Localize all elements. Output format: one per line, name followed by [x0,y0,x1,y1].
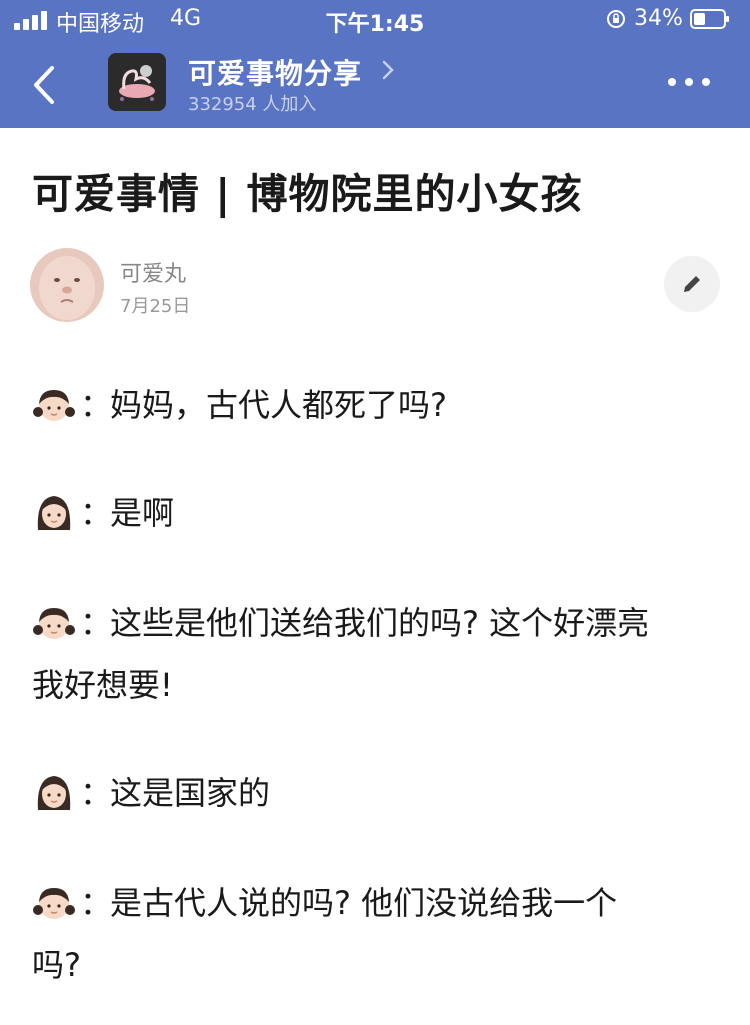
dialogue-colon: ： [80,604,113,642]
dialogue-line: ：是啊 [32,484,722,542]
chevron-right-icon[interactable] [380,58,396,82]
girl-emoji-icon [33,608,75,639]
dialogue-line: 吗? [32,936,722,994]
swan-logo-icon [119,65,155,101]
woman-emoji-icon [37,776,71,810]
group-avatar[interactable] [108,53,166,111]
woman-emoji-icon [37,496,71,530]
member-count: 332954 人加入 [188,94,317,115]
edit-icon [684,276,700,292]
dialogue-text: 是古代人说的吗? 他们没说给我一个 [110,884,618,922]
battery-percent: 34% [634,6,683,31]
post-date: 7月25日 [120,296,191,317]
group-name[interactable]: 可爱事物分享 [188,52,362,92]
dialogue-text: 这些是他们送给我们的吗? 这个好漂亮 [110,604,650,642]
dialogue-colon: ： [80,494,113,532]
battery-icon [690,9,729,29]
girl-emoji-icon [33,390,75,421]
dialogue-text: 妈妈，古代人都死了吗? [110,386,447,424]
avatar[interactable] [30,248,104,322]
top-header: 中国移动 4G 下午1:45 34% 可爱事物分享 332954 人加入 [0,0,750,128]
dialogue-colon: ： [80,884,113,922]
edit-button[interactable] [664,256,720,312]
dialogue-colon: ： [80,386,113,424]
dialogue-line: ：这是国家的 [32,764,722,822]
author-name[interactable]: 可爱丸 [120,256,186,288]
girl-emoji-icon [33,888,75,919]
dialogue-text: 这是国家的 [110,774,271,812]
dialogue-colon: ： [80,774,113,812]
article-title: 可爱事情 | 博物院里的小女孩 [32,170,583,218]
more-icon[interactable] [666,74,712,90]
dialogue-line: ：这些是他们送给我们的吗? 这个好漂亮 [32,594,722,652]
dialogue-line: ：是古代人说的吗? 他们没说给我一个 [32,874,722,932]
dialogue-text: 是啊 [110,494,175,532]
dialogue-line: ：妈妈，古代人都死了吗? [32,376,722,434]
dialogue-text: 我好想要! [32,666,173,704]
status-bar: 中国移动 4G 下午1:45 34% [0,0,750,40]
dialogue-line: 我好想要! [32,656,722,714]
dialogue-text: 吗? [32,946,81,984]
rotation-lock-icon [607,10,625,28]
back-icon[interactable] [24,60,64,110]
